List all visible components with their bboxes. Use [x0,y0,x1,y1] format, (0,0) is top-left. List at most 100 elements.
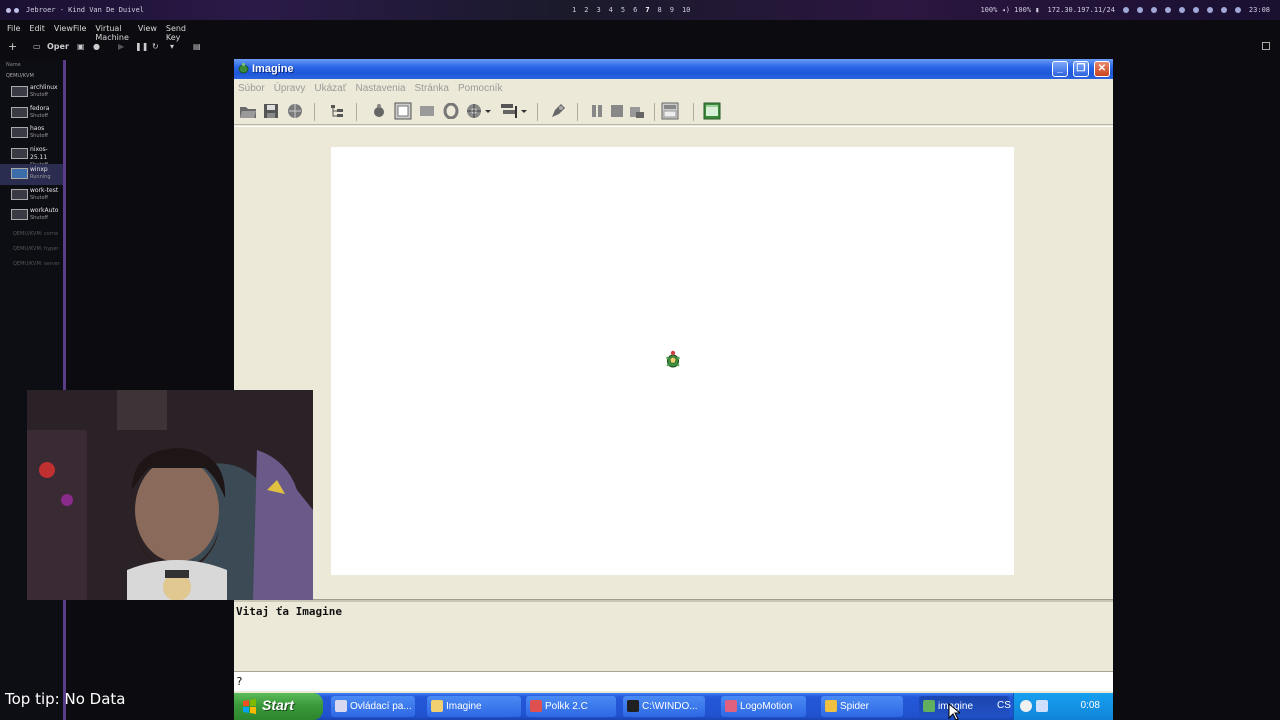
vm-name: haos [30,125,45,132]
imagine-menubar: Súbor Úpravy Ukázať Nastavenia Stránka P… [234,80,1113,96]
system-tray: CS 0:08 [997,693,1113,720]
window-layout-icon[interactable] [661,102,679,120]
vm-item-nixos[interactable]: nixos-25.11 Shutoff [0,144,63,168]
tree-icon[interactable] [328,102,346,120]
task-imagine-app[interactable]: imagine [919,696,1009,717]
reset-icon[interactable] [628,102,646,120]
close-button[interactable]: ✕ [1094,61,1110,77]
workspace-10[interactable]: 10 [682,6,690,14]
task-imagine-folder[interactable]: Imagine [427,696,521,717]
task-logomotion[interactable]: LogoMotion [721,696,806,717]
tray-icon[interactable] [1234,7,1241,13]
tray-app-icon[interactable] [1020,700,1032,712]
menu-file[interactable]: File [7,24,20,38]
connection-item[interactable]: QEMU/KVM: hyper [0,241,63,256]
open-folder-icon[interactable] [239,102,257,120]
drawing-page[interactable] [331,147,1014,575]
tray-icon[interactable] [1206,7,1213,13]
turtle-app-icon [923,700,935,712]
workspace-2[interactable]: 2 [584,6,588,14]
menu-subor[interactable]: Súbor [238,83,265,94]
menu-upravy[interactable]: Úpravy [274,83,306,94]
vm-item-haos[interactable]: haos Shutoff [0,123,63,144]
monitor-icon[interactable]: ▭ [33,42,41,51]
vm-status: Running [30,174,51,180]
reboot-icon[interactable]: ↻ [152,42,159,51]
save-icon[interactable] [262,102,280,120]
toolbar-separator [314,103,315,121]
command-line-input[interactable]: ? [234,671,1113,691]
workspace-8[interactable]: 8 [658,6,662,14]
pause-icon[interactable] [588,102,606,120]
play-icon[interactable]: ▶ [118,42,124,51]
workspace-3[interactable]: 3 [596,6,600,14]
task-label: Spider [840,701,869,712]
vm-name: winxp [30,166,48,173]
connection-item[interactable]: QEMU/KVM: server [0,256,63,271]
task-polkk[interactable]: Polkk 2.C [526,696,616,717]
workspace-4[interactable]: 4 [609,6,613,14]
tray-icon[interactable] [1150,7,1157,13]
chevron-down-icon[interactable]: ▾ [170,42,174,51]
window-titlebar[interactable]: Imagine _ ❐ ✕ [234,59,1113,79]
console-icon [627,700,639,712]
target-dropdown-icon[interactable] [466,102,492,120]
vm-menubar: File Edit View File Virtual Machine View… [0,24,186,42]
stop-icon[interactable] [608,102,626,120]
connection-item[interactable]: QEMU/KVM: corne [0,226,63,241]
tray-icon[interactable] [1192,7,1199,13]
task-spider[interactable]: Spider [821,696,903,717]
menu-pomocnik[interactable]: Pomocník [458,83,502,94]
vm-name: work-test [30,186,59,194]
info-icon[interactable]: ● [93,42,100,51]
tray-icon[interactable] [1122,7,1129,13]
language-indicator[interactable]: CS [997,700,1011,711]
vm-item-work-test[interactable]: work-test Shutoff [0,185,63,206]
globe-icon[interactable] [286,102,304,120]
workspace-6[interactable]: 6 [633,6,637,14]
network-icon[interactable] [1036,700,1048,712]
menu-edit[interactable]: Edit [29,24,45,38]
workspace-1[interactable]: 1 [572,6,576,14]
workspace-7[interactable]: 7 [645,6,649,14]
tray-icon[interactable] [1164,7,1171,13]
tray-icon[interactable] [1178,7,1185,13]
open-button[interactable]: Oper [47,42,69,51]
page-view-icon[interactable] [703,102,721,120]
menu-nastavenia[interactable]: Nastavenia [355,83,405,94]
volume-indicator[interactable]: 100% ◂) 100% ▮ [980,6,1039,14]
console-icon[interactable]: ▣ [77,42,85,51]
ellipse-icon[interactable] [442,102,460,120]
host-clock: 23:08 [1248,6,1270,14]
pen-tool-icon[interactable] [549,102,567,120]
align-dropdown-icon[interactable] [498,102,528,120]
turtle-icon[interactable] [665,350,681,368]
fullscreen-icon[interactable] [1262,42,1270,50]
tray-icon[interactable] [1136,7,1143,13]
menu-stranka[interactable]: Stránka [415,83,449,94]
vm-item-winxp[interactable]: winxp Running [0,164,63,185]
pause-icon[interactable]: ❚❚ [135,42,148,51]
add-icon[interactable]: + [8,40,17,53]
maximize-button[interactable]: ❐ [1073,61,1089,77]
turtle-tool-icon[interactable] [370,102,388,120]
task-control-panel[interactable]: Ovládací pa... [331,696,415,717]
connection-group[interactable]: QEMU/KVM [0,70,63,82]
menu-ukazat[interactable]: Ukázať [314,83,346,94]
vm-item-archlinux[interactable]: archlinux Shutoff [0,82,63,103]
frame-icon[interactable] [394,102,412,120]
minimize-button[interactable]: _ [1052,61,1068,77]
vm-item-workauto[interactable]: workAuto Shutoff [0,205,63,226]
toolbar-separator [654,103,655,121]
workspace-5[interactable]: 5 [621,6,625,14]
tray-icon[interactable] [1220,7,1227,13]
vm-item-fedora[interactable]: fedora Shutoff [0,103,63,124]
vm-status: Shutoff [30,112,48,119]
start-button[interactable]: Start [234,693,323,720]
snapshot-icon[interactable]: ▤ [193,42,201,51]
menu-view[interactable]: View [54,24,73,38]
workspace-9[interactable]: 9 [670,6,674,14]
rectangle-icon[interactable] [418,102,436,120]
task-cmd[interactable]: C:\WINDO... [623,696,705,717]
monitor-icon [11,209,28,220]
